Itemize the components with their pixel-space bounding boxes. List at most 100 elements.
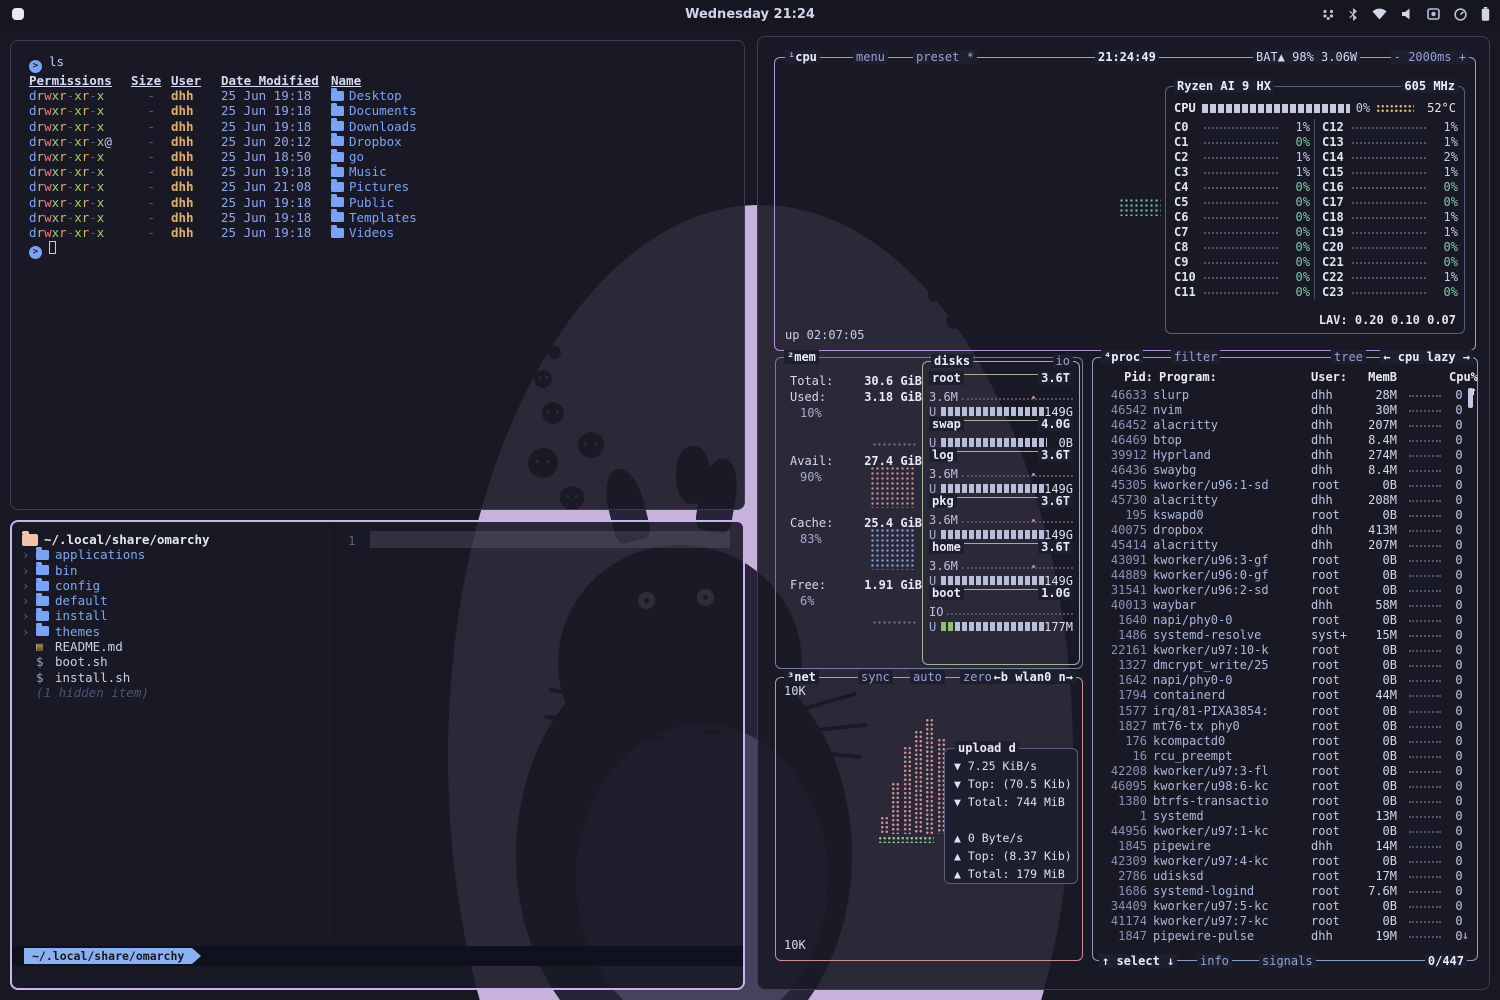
- process-cpu-graph: [1409, 856, 1441, 863]
- menu-button[interactable]: menu: [853, 50, 888, 64]
- preset-button[interactable]: preset *: [913, 50, 977, 64]
- process-row[interactable]: 1847pipewire-pulsedhh19M0.0: [1099, 929, 1463, 944]
- prompt-line-2[interactable]: >: [29, 240, 744, 259]
- ls-row[interactable]: drwxr-xr-x-dhh25 Jun 21:08Pictures: [29, 179, 744, 194]
- sync-tab[interactable]: sync: [858, 670, 893, 684]
- ls-row[interactable]: drwxr-xr-x-dhh25 Jun 19:18Music: [29, 164, 744, 179]
- process-row[interactable]: 46095kworker/u98:6-kcroot0B0.0: [1099, 778, 1463, 793]
- io-tab[interactable]: io: [1053, 354, 1073, 368]
- process-row[interactable]: 176kcompactd0root0B0.0: [1099, 733, 1463, 748]
- process-row[interactable]: 46469btopdhh8.4M0.0: [1099, 432, 1463, 447]
- process-row[interactable]: 16rcu_preemptroot0B0.0: [1099, 748, 1463, 763]
- proc-panel-title[interactable]: ⁴proc: [1101, 350, 1143, 364]
- process-row[interactable]: 22161kworker/u97:10-kroot0B0.0: [1099, 643, 1463, 658]
- process-row[interactable]: 1486systemd-resolvesyst+15M0.0: [1099, 628, 1463, 643]
- process-pid: 42309: [1099, 854, 1153, 868]
- ls-row[interactable]: drwxr-xr-x-dhh25 Jun 19:18Documents: [29, 103, 744, 118]
- process-mem: 207M: [1357, 418, 1397, 432]
- process-row[interactable]: 1640napi/phy0-0root0B0.0: [1099, 613, 1463, 628]
- process-row[interactable]: 1827mt76-tx phy0root0B0.0: [1099, 718, 1463, 733]
- process-row[interactable]: 46633slurpdhh28M0.0: [1099, 387, 1463, 402]
- process-cpu: 0.0: [1449, 673, 1463, 687]
- battery-icon[interactable]: [1481, 7, 1490, 21]
- process-row[interactable]: 43091kworker/u96:3-gfroot0B0.0: [1099, 553, 1463, 568]
- ls-row[interactable]: drwxr-xr-x-dhh25 Jun 19:18Desktop: [29, 88, 744, 103]
- process-row[interactable]: 46542nvimdhh30M0.0: [1099, 402, 1463, 417]
- process-row[interactable]: 40075dropboxdhh413M0.0: [1099, 522, 1463, 537]
- process-row[interactable]: 1686systemd-logindroot7.6M0.0: [1099, 884, 1463, 899]
- process-row[interactable]: 31541kworker/u96:2-sdroot0B0.0: [1099, 583, 1463, 598]
- signals-keybind[interactable]: signals: [1259, 954, 1316, 968]
- process-row[interactable]: 1794containerdroot44M0.0: [1099, 688, 1463, 703]
- user-cell: dhh: [171, 225, 215, 240]
- tree-item[interactable]: ›applications: [22, 547, 334, 562]
- process-row[interactable]: 44956kworker/u97:1-kcroot0B0.0: [1099, 823, 1463, 838]
- tree-item[interactable]: ▤README.md: [22, 639, 334, 654]
- process-row[interactable]: 45730alacrittydhh208M0.0: [1099, 492, 1463, 507]
- wifi-icon[interactable]: [1372, 8, 1387, 20]
- editor-window-files[interactable]: ~/.local/share/omarchy ›applications›bin…: [10, 520, 745, 990]
- ls-row[interactable]: drwxr-xr-x-dhh25 Jun 19:18Public: [29, 195, 744, 210]
- process-row[interactable]: 45414alacrittydhh207M0.0: [1099, 537, 1463, 552]
- refresh-interval-control[interactable]: - 2000ms +: [1391, 50, 1469, 64]
- filter-button[interactable]: filter: [1171, 350, 1220, 364]
- tree-item[interactable]: ›default: [22, 593, 334, 608]
- cpu-panel-title[interactable]: ¹cpu: [785, 50, 820, 64]
- terminal-window-ls[interactable]: >ls PermissionsSizeUserDate ModifiedName…: [10, 40, 745, 510]
- process-row[interactable]: 2786udisksdroot17M0.0: [1099, 869, 1463, 884]
- core-meter: [1204, 256, 1278, 264]
- process-cpu: 0.0: [1449, 418, 1463, 432]
- net-panel-title[interactable]: ³net: [784, 670, 819, 684]
- terminal-window-btop[interactable]: ¹cpu menu preset * 21:24:49 BAT▲ 98% 3.0…: [757, 36, 1490, 990]
- tree-item[interactable]: ›config: [22, 578, 334, 593]
- info-keybind[interactable]: info: [1197, 954, 1232, 968]
- process-row[interactable]: 46452alacrittydhh207M0.0: [1099, 417, 1463, 432]
- process-row[interactable]: 34409kworker/u97:5-kcroot0B0.0: [1099, 899, 1463, 914]
- gauge-icon[interactable]: [1454, 8, 1467, 21]
- ls-row[interactable]: drwxr-xr-x-dhh25 Jun 19:18Templates: [29, 210, 744, 225]
- process-pid: 1577: [1099, 704, 1153, 718]
- select-keybind[interactable]: ↑ select ↓: [1099, 954, 1177, 968]
- ls-row[interactable]: drwxr-xr-x-dhh25 Jun 18:50go: [29, 149, 744, 164]
- process-row[interactable]: 39912Hyprlanddhh274M0.0: [1099, 447, 1463, 462]
- ls-row[interactable]: drwxr-xr-x-dhh25 Jun 19:18Downloads: [29, 119, 744, 134]
- process-row[interactable]: 42309kworker/u97:4-kcroot0B0.0: [1099, 853, 1463, 868]
- process-cpu: 0.0: [1449, 719, 1463, 733]
- volume-icon[interactable]: [1401, 8, 1413, 20]
- process-row[interactable]: 1systemdroot13M0.0: [1099, 808, 1463, 823]
- process-row[interactable]: 40013waybardhh58M0.0: [1099, 598, 1463, 613]
- tree-button[interactable]: tree: [1331, 350, 1366, 364]
- process-row[interactable]: 41174kworker/u97:7-kcroot0B0.0: [1099, 914, 1463, 929]
- process-row[interactable]: 42208kworker/u97:3-flroot0B0.0: [1099, 763, 1463, 778]
- net-interface-switcher[interactable]: ←b wlan0 n→: [991, 670, 1076, 684]
- screen-record-icon[interactable]: [1427, 8, 1440, 20]
- dropbox-tray-icon[interactable]: [1322, 9, 1335, 20]
- process-row[interactable]: 45305kworker/u96:1-sdroot0B0.0: [1099, 477, 1463, 492]
- ls-row[interactable]: drwxr-xr-x@-dhh25 Jun 20:12Dropbox: [29, 134, 744, 149]
- process-row[interactable]: 1845pipewiredhh14M0.0: [1099, 838, 1463, 853]
- ls-row[interactable]: drwxr-xr-x-dhh25 Jun 19:18Videos: [29, 225, 744, 240]
- process-list[interactable]: 46633slurpdhh28M0.046542nvimdhh30M0.0 464…: [1099, 387, 1463, 945]
- process-row[interactable]: 1642napi/phy0-0root0B0.0: [1099, 673, 1463, 688]
- process-row[interactable]: 1577irq/81-PIXA3854:root0B0.0: [1099, 703, 1463, 718]
- disks-panel-title[interactable]: disks: [931, 354, 973, 368]
- process-name: btop: [1153, 433, 1311, 447]
- tree-item[interactable]: ›bin: [22, 563, 334, 578]
- process-row[interactable]: 1380btrfs-transactioroot0B0.0: [1099, 793, 1463, 808]
- tree-item[interactable]: ›install: [22, 608, 334, 623]
- process-row[interactable]: 195kswapd0root0B0.0: [1099, 507, 1463, 522]
- tree-root-item[interactable]: ~/.local/share/omarchy: [22, 532, 334, 547]
- auto-tab[interactable]: auto: [910, 670, 945, 684]
- tree-item[interactable]: $install.sh: [22, 670, 334, 685]
- tree-item[interactable]: $boot.sh: [22, 654, 334, 669]
- bluetooth-icon[interactable]: [1349, 8, 1358, 21]
- process-row[interactable]: 1327dmcrypt_write/25root0B0.0: [1099, 658, 1463, 673]
- process-name: kworker/u98:6-kc: [1153, 779, 1311, 793]
- proc-scrollbar[interactable]: [1468, 388, 1473, 408]
- process-row[interactable]: 44889kworker/u96:0-gfroot0B0.0: [1099, 568, 1463, 583]
- process-row[interactable]: 46436swaybgdhh8.4M0.0: [1099, 462, 1463, 477]
- mem-panel-title[interactable]: ²mem: [784, 350, 819, 364]
- tree-item[interactable]: ›themes: [22, 624, 334, 639]
- scroll-down-arrow[interactable]: ↓: [1462, 928, 1469, 942]
- sort-column-switcher[interactable]: ← cpu lazy →: [1380, 350, 1473, 364]
